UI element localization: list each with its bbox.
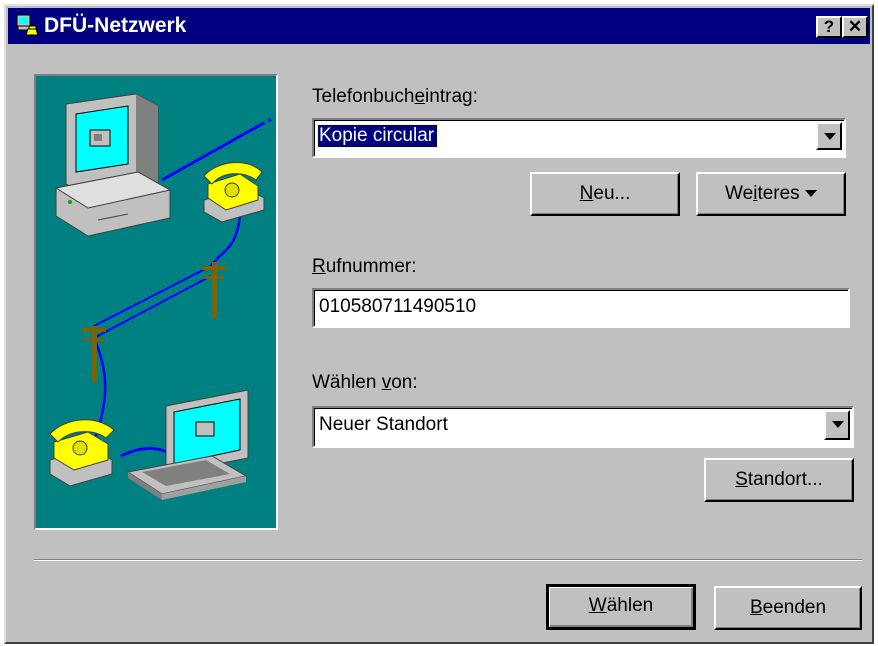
chevron-down-icon (824, 133, 836, 140)
dial-up-dialog: DFÜ-Netzwerk ? ✕ Telefonbucheintrag: Kop… (4, 4, 874, 644)
network-illustration-graphic (49, 93, 275, 500)
phonebook-dropdown-button[interactable] (816, 122, 842, 150)
telephone-icon (49, 419, 115, 487)
computer-icon (54, 93, 172, 237)
location-button[interactable]: Standort... (704, 458, 854, 502)
phonebook-entry-dropdown[interactable]: Kopie circular (312, 118, 846, 158)
help-button[interactable]: ? (816, 16, 842, 38)
exit-button[interactable]: Beenden (714, 586, 862, 630)
telephone-icon (203, 161, 265, 223)
dial-from-label: Wählen von: (312, 372, 418, 393)
window-title: DFÜ-Netzwerk (44, 14, 187, 37)
new-entry-button[interactable]: Neu... (530, 172, 680, 216)
dial-up-illustration (34, 74, 278, 530)
phonebook-entry-label: Telefonbucheintrag: (312, 86, 478, 107)
title-bar[interactable]: DFÜ-Netzwerk ? ✕ (8, 8, 870, 44)
dial-button[interactable]: Wählen (546, 584, 696, 630)
dial-from-dropdown-button[interactable] (824, 410, 850, 440)
phonebook-entry-value: Kopie circular (316, 124, 439, 148)
phone-number-value: 010580711490510 (319, 296, 477, 317)
phone-number-label: Rufnummer: (312, 256, 417, 277)
menu-arrow-icon (804, 189, 817, 197)
close-icon: ✕ (847, 17, 863, 36)
telephone-pole-icon (202, 262, 226, 318)
more-button[interactable]: Weiteres (696, 172, 846, 216)
dial-from-dropdown[interactable]: Neuer Standort (312, 406, 854, 448)
laptop-icon (126, 389, 249, 500)
separator-line (34, 559, 862, 561)
chevron-down-icon (832, 421, 844, 428)
dial-from-value: Neuer Standort (319, 414, 448, 435)
phone-number-field[interactable]: 010580711490510 (312, 288, 850, 328)
dial-up-network-icon (16, 14, 39, 36)
close-button[interactable]: ✕ (842, 16, 868, 38)
